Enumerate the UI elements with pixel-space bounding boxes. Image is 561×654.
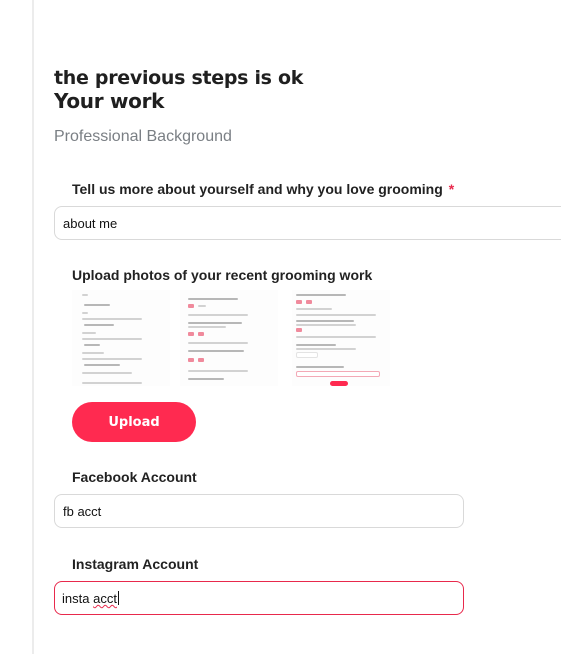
photo-thumbnail[interactable] (292, 290, 390, 386)
uploaded-photos (72, 290, 392, 390)
upload-button[interactable]: Upload (72, 402, 196, 442)
page-heading-status: the previous steps is ok (54, 67, 304, 89)
page-title: Your work (54, 89, 165, 113)
left-divider (32, 0, 34, 654)
instagram-input[interactable] (54, 581, 464, 615)
facebook-label: Facebook Account (72, 469, 197, 485)
about-label-text: Tell us more about yourself and why you … (72, 181, 443, 197)
required-asterisk: * (448, 181, 455, 197)
about-input[interactable] (54, 206, 561, 240)
about-label: Tell us more about yourself and why you … (72, 181, 454, 197)
section-subtitle: Professional Background (54, 128, 232, 145)
facebook-input[interactable] (54, 494, 464, 528)
photo-thumbnail[interactable] (180, 290, 278, 386)
photos-label: Upload photos of your recent grooming wo… (72, 267, 373, 283)
photo-thumbnail[interactable] (72, 290, 170, 386)
instagram-label: Instagram Account (72, 556, 199, 572)
